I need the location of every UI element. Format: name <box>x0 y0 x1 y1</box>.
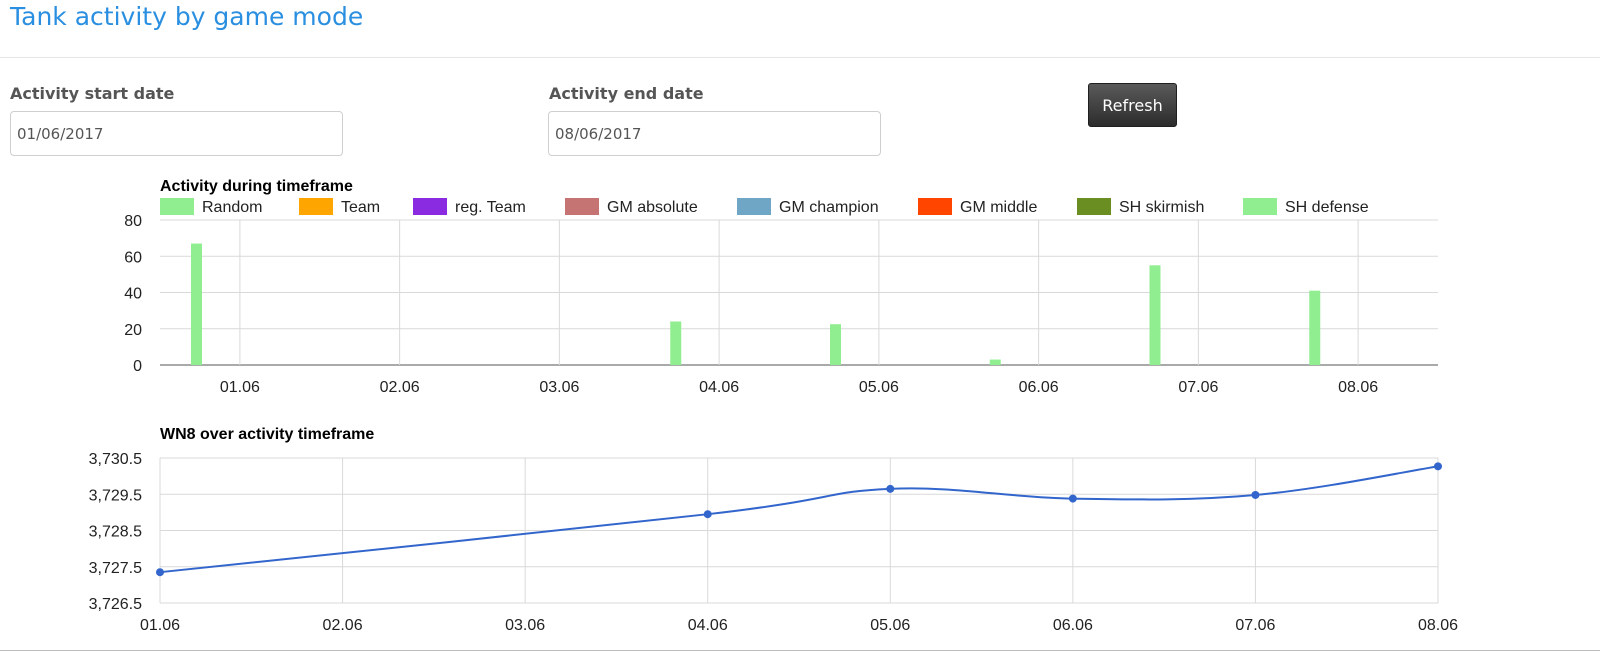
x-tick-label: 07.06 <box>1178 379 1218 396</box>
data-point <box>703 510 712 519</box>
page-title: Tank activity by game mode <box>10 2 364 31</box>
x-tick-label: 06.06 <box>1053 617 1093 634</box>
x-tick-label: 07.06 <box>1235 617 1275 634</box>
legend-label: SH skirmish <box>1119 199 1204 216</box>
y-tick-label: 3,727.5 <box>89 560 142 577</box>
bottom-divider <box>0 650 1600 651</box>
legend-label: Team <box>341 199 380 216</box>
end-date-input[interactable] <box>548 111 881 156</box>
y-tick-label: 80 <box>124 213 142 230</box>
x-tick-label: 08.06 <box>1338 379 1378 396</box>
bar <box>1309 290 1321 365</box>
bar <box>670 321 682 365</box>
x-tick-label: 05.06 <box>870 617 910 634</box>
y-tick-label: 0 <box>133 358 142 375</box>
legend-label: GM middle <box>960 199 1037 216</box>
y-tick-label: 3,730.5 <box>89 451 142 468</box>
legend-swatch <box>1243 198 1277 215</box>
x-tick-label: 04.06 <box>699 379 739 396</box>
x-tick-label: 01.06 <box>140 617 180 634</box>
title-divider <box>0 57 1600 58</box>
data-point <box>1434 462 1442 471</box>
y-tick-label: 40 <box>124 286 142 303</box>
activity-chart-svg: Activity during timeframe Random Team reg. … <box>124 178 1438 396</box>
legend-swatch <box>299 198 333 215</box>
y-tick-label: 3,726.5 <box>89 596 142 613</box>
legend-label: GM absolute <box>607 199 698 216</box>
bar <box>191 243 202 365</box>
legend-label: SH defense <box>1285 199 1369 216</box>
x-tick-label: 04.06 <box>688 617 728 634</box>
legend-label: Random <box>202 199 262 216</box>
y-tick-label: 3,729.5 <box>89 487 142 504</box>
activity-bar-chart: Activity during timeframe Random Team reg. … <box>0 170 1600 410</box>
legend-swatch <box>918 198 952 215</box>
legend-swatch <box>565 198 599 215</box>
wn8-series-line <box>159 465 1439 574</box>
legend-swatch <box>737 198 771 215</box>
bar <box>830 324 841 365</box>
legend-label: GM champion <box>779 199 879 216</box>
x-tick-label: 02.06 <box>380 379 420 396</box>
y-tick-label: 60 <box>124 249 142 266</box>
start-date-label: Activity start date <box>10 84 175 103</box>
data-point <box>1251 490 1260 499</box>
wn8-chart-svg: WN8 over activity timeframe 3,726.5 3,727.… <box>89 426 1459 634</box>
start-date-input[interactable] <box>10 111 343 156</box>
refresh-button[interactable]: Refresh <box>1088 83 1177 127</box>
bar <box>1149 265 1161 365</box>
data-point <box>1068 494 1077 503</box>
wn8-line-chart: WN8 over activity timeframe 3,726.5 3,727.… <box>0 418 1600 648</box>
legend-swatch <box>160 198 194 215</box>
legend-label: reg. Team <box>455 199 526 216</box>
bar-chart-title: Activity during timeframe <box>160 178 353 195</box>
legend-swatch <box>1077 198 1111 215</box>
x-tick-label: 03.06 <box>505 617 545 634</box>
x-tick-label: 02.06 <box>323 617 363 634</box>
x-tick-label: 03.06 <box>539 379 579 396</box>
x-tick-label: 05.06 <box>859 379 899 396</box>
legend-swatch <box>413 198 447 215</box>
x-tick-label: 06.06 <box>1019 379 1059 396</box>
y-tick-label: 3,728.5 <box>89 524 142 541</box>
bar <box>989 359 1001 365</box>
x-tick-label: 01.06 <box>220 379 260 396</box>
end-date-label: Activity end date <box>549 84 704 103</box>
data-point <box>156 568 164 577</box>
data-point <box>886 484 895 493</box>
x-tick-label: 08.06 <box>1418 617 1458 634</box>
y-tick-label: 20 <box>124 322 142 339</box>
line-chart-title: WN8 over activity timeframe <box>160 426 374 443</box>
